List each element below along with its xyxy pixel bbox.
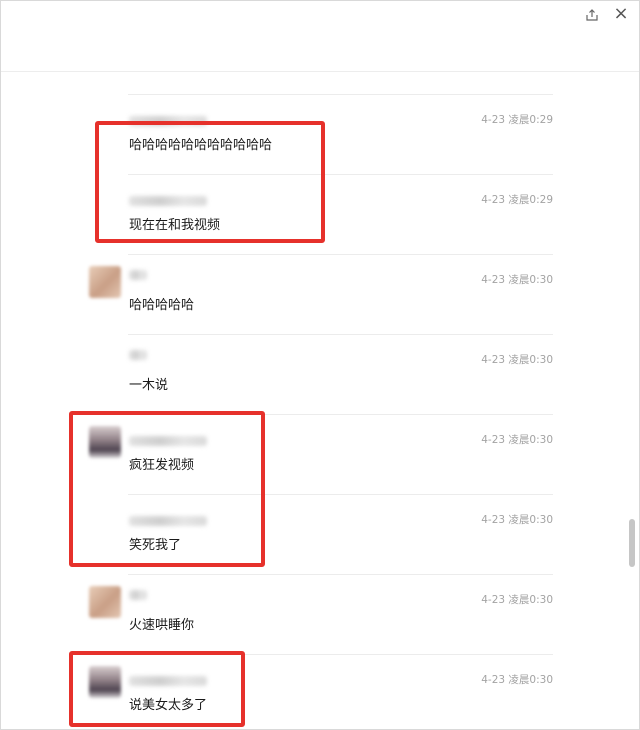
message-divider <box>128 334 553 335</box>
message-time: 4-23 凌晨0:30 <box>481 274 553 286</box>
avatar[interactable] <box>89 426 121 458</box>
avatar[interactable] <box>89 266 121 298</box>
message-divider <box>128 94 553 95</box>
message-time: 4-23 凌晨0:29 <box>481 114 553 126</box>
message-text[interactable]: 现在在和我视频 <box>129 214 220 233</box>
message-divider <box>128 654 553 655</box>
message-item: 4-23 凌晨0:30 疯狂发视频 <box>1 414 621 494</box>
message-text[interactable]: 哈哈哈哈哈 <box>129 294 194 313</box>
message-item: 4-23 凌晨0:30 哈哈哈哈哈 <box>1 254 621 334</box>
message-time: 4-23 凌晨0:30 <box>481 514 553 526</box>
avatar[interactable] <box>89 586 121 618</box>
blurred-nickname <box>129 196 207 206</box>
message-text[interactable]: 笑死我了 <box>129 534 181 553</box>
blurred-nickname <box>129 516 207 526</box>
message-text[interactable]: 哈哈哈哈哈哈哈哈哈哈哈 <box>129 134 272 153</box>
close-icon[interactable]: × <box>611 4 631 24</box>
message-item: 4-23 凌晨0:30 说美女太多了 <box>1 654 621 729</box>
share-icon[interactable] <box>585 7 599 21</box>
message-text[interactable]: 火速哄睡你 <box>129 614 194 633</box>
scrollbar[interactable] <box>627 72 637 729</box>
message-time: 4-23 凌晨0:30 <box>481 594 553 606</box>
blurred-nickname <box>129 350 147 360</box>
message-time: 4-23 凌晨0:30 <box>481 674 553 686</box>
blurred-nickname <box>129 590 147 600</box>
message-item: 4-23 凌晨0:30 一木说 <box>1 334 621 414</box>
avatar[interactable] <box>89 666 121 698</box>
message-text[interactable]: 一木说 <box>129 374 168 393</box>
message-item: 4-23 凌晨0:29 现在在和我视频 <box>1 174 621 254</box>
message-divider <box>128 414 553 415</box>
blurred-nickname <box>129 676 207 686</box>
message-divider <box>128 574 553 575</box>
message-time: 4-23 凌晨0:29 <box>481 194 553 206</box>
blurred-nickname <box>129 270 147 280</box>
message-text[interactable]: 疯狂发视频 <box>129 454 194 473</box>
message-time: 4-23 凌晨0:30 <box>481 354 553 366</box>
message-list[interactable]: 4-23 凌晨0:29 哈哈哈哈哈哈哈哈哈哈哈 4-23 凌晨0:29 现在在和… <box>1 72 621 729</box>
message-item: 4-23 凌晨0:29 哈哈哈哈哈哈哈哈哈哈哈 <box>1 94 621 174</box>
blurred-nickname <box>129 116 207 126</box>
message-divider <box>128 174 553 175</box>
message-divider <box>128 254 553 255</box>
message-item: 4-23 凌晨0:30 火速哄睡你 <box>1 574 621 654</box>
chat-history-window: × 4-23 凌晨0:29 哈哈哈哈哈哈哈哈哈哈哈 4-23 凌晨0:29 现在… <box>0 0 640 730</box>
message-divider <box>128 494 553 495</box>
message-item: 4-23 凌晨0:30 笑死我了 <box>1 494 621 574</box>
title-bar: × <box>1 1 639 72</box>
message-time: 4-23 凌晨0:30 <box>481 434 553 446</box>
scrollbar-thumb[interactable] <box>629 519 635 567</box>
message-text[interactable]: 说美女太多了 <box>129 694 207 713</box>
blurred-nickname <box>129 436 207 446</box>
